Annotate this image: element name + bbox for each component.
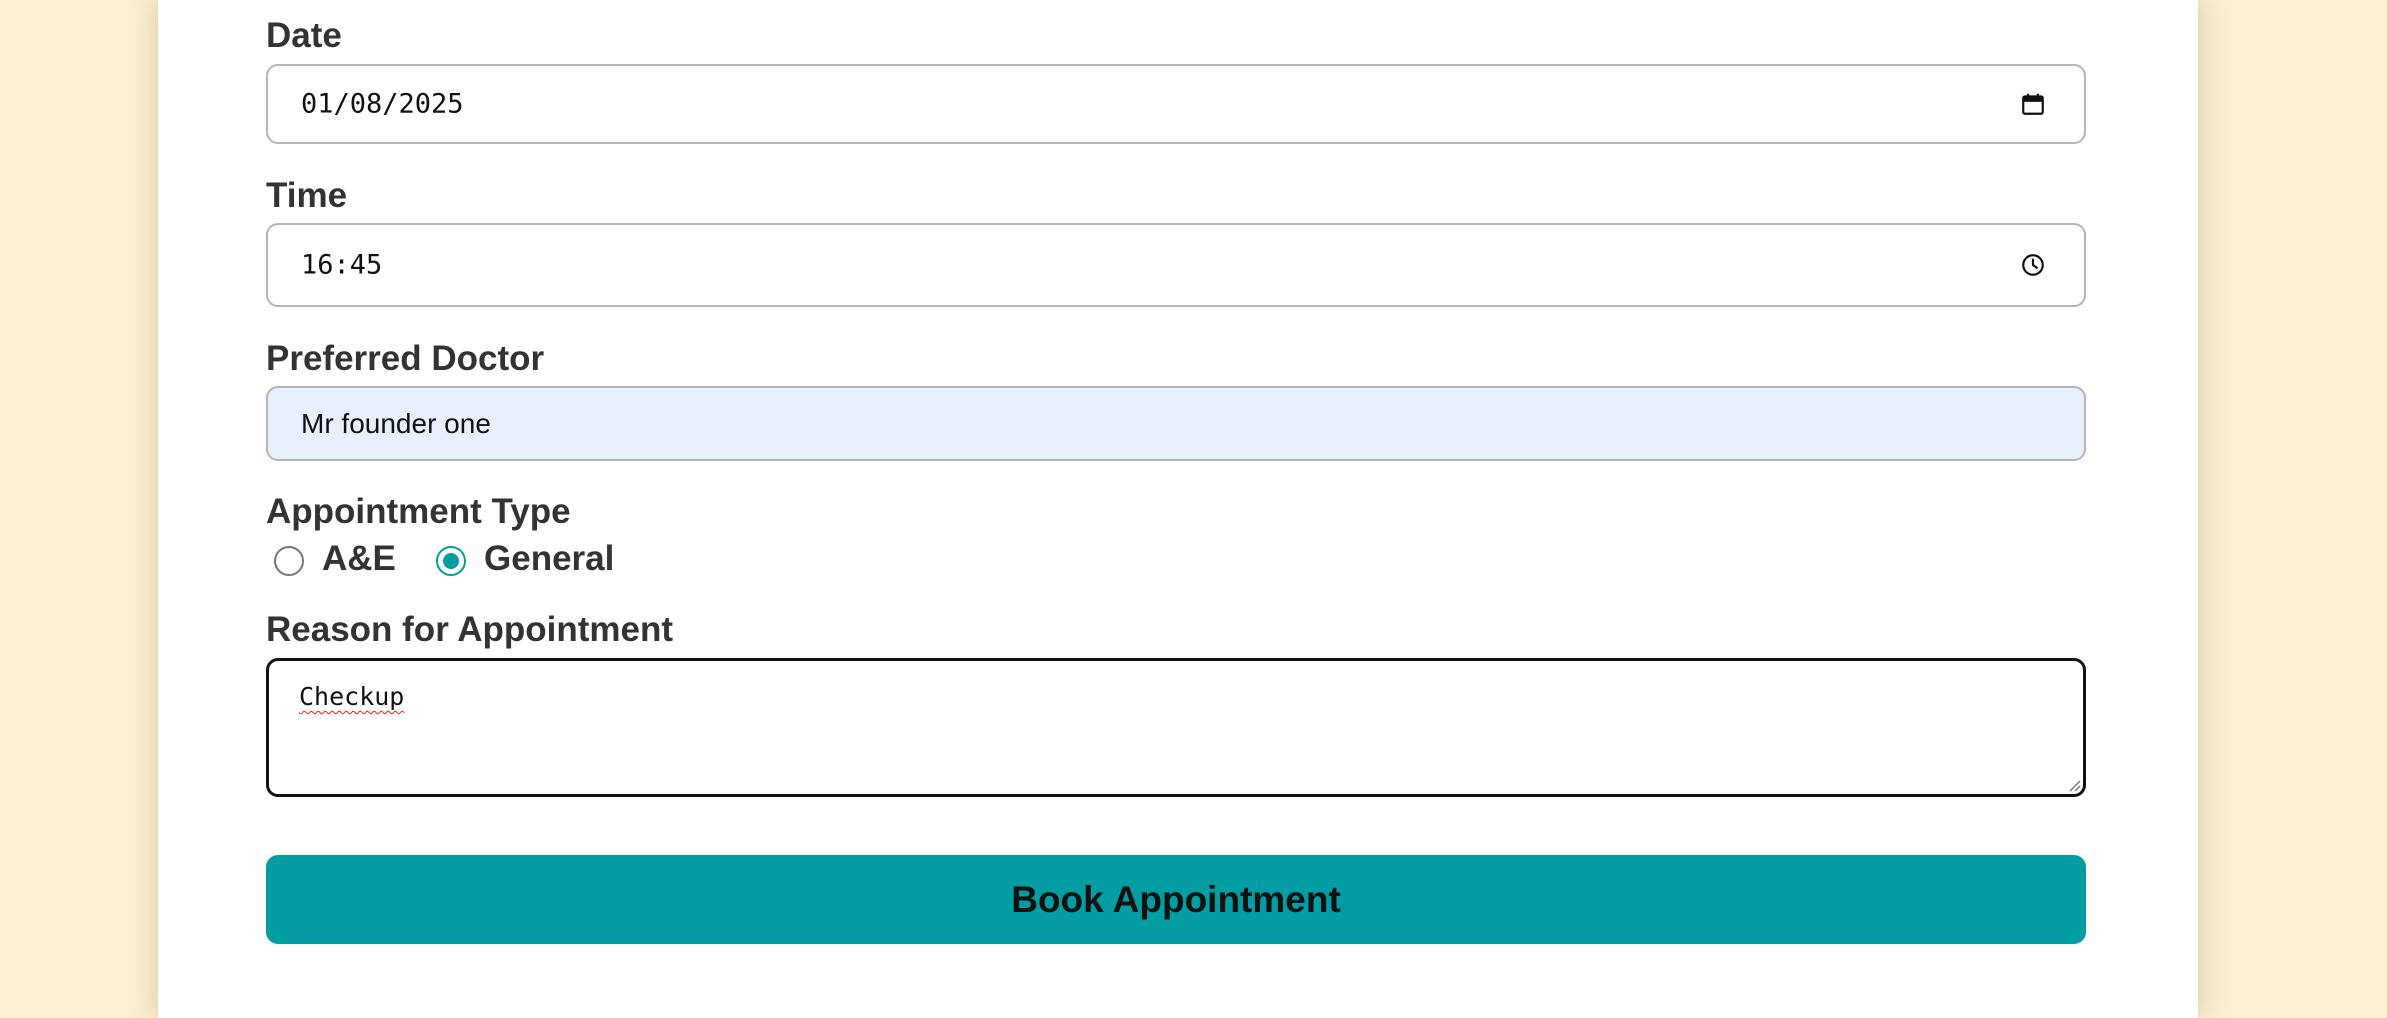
calendar-icon[interactable]: [2020, 91, 2046, 117]
book-appointment-button[interactable]: Book Appointment: [266, 855, 2086, 944]
appointment-form-card: Date 01/08/2025 Time 16:45 Preferred Doc…: [158, 0, 2198, 1018]
doctor-select[interactable]: Mr founder one: [266, 386, 2086, 461]
date-value: 01/08/2025: [301, 88, 464, 120]
time-value: 16:45: [301, 249, 383, 281]
radio-ae-circle[interactable]: [274, 546, 304, 576]
radio-ae-label[interactable]: A&E: [322, 534, 396, 584]
radio-option-ae[interactable]: A&E: [266, 534, 396, 586]
radio-general-circle[interactable]: [436, 546, 466, 576]
resize-handle-icon[interactable]: [2067, 778, 2081, 792]
date-input[interactable]: 01/08/2025: [266, 64, 2086, 144]
reason-textarea[interactable]: Checkup: [266, 658, 2086, 797]
doctor-label: Preferred Doctor: [266, 339, 545, 378]
appointment-type-label: Appointment Type: [266, 492, 571, 531]
radio-general-label[interactable]: General: [484, 534, 614, 584]
reason-label: Reason for Appointment: [266, 610, 674, 649]
time-input[interactable]: 16:45: [266, 223, 2086, 307]
radio-option-general[interactable]: General: [428, 534, 628, 586]
date-label: Date: [266, 16, 342, 55]
time-label: Time: [266, 176, 348, 215]
reason-value: Checkup: [299, 682, 405, 711]
clock-icon[interactable]: [2020, 252, 2046, 278]
radio-selected-dot: [443, 553, 459, 569]
doctor-value: Mr founder one: [301, 407, 491, 439]
